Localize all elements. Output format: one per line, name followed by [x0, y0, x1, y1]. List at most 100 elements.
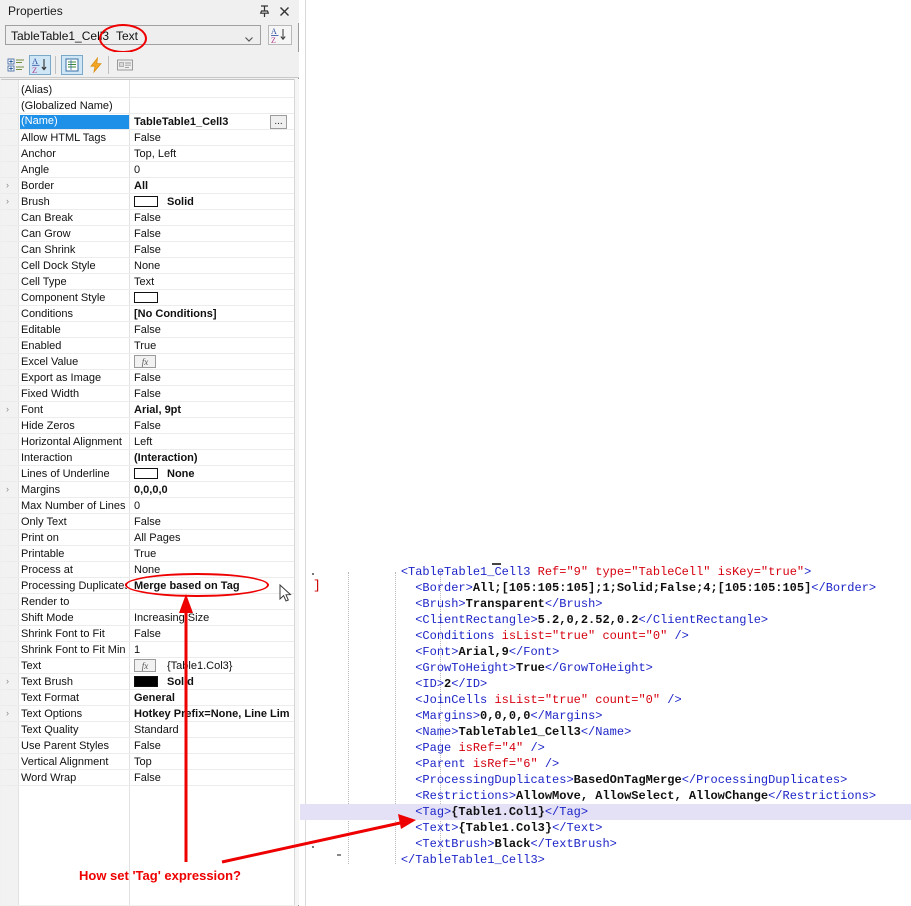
- chevron-right-icon[interactable]: ›: [6, 197, 15, 206]
- property-row[interactable]: Cell Type Text: [1, 274, 294, 290]
- color-swatch[interactable]: [134, 468, 158, 479]
- property-grid-scrollbar[interactable]: [294, 79, 299, 905]
- property-row[interactable]: Can Shrink False: [1, 242, 294, 258]
- property-row[interactable]: Fixed Width False: [1, 386, 294, 402]
- xml-code-line[interactable]: <JoinCells isList="true" count="0" />: [300, 692, 911, 708]
- property-value[interactable]: TableTable1_Cell3: [134, 116, 289, 128]
- property-value[interactable]: False: [134, 324, 289, 336]
- property-row[interactable]: Text fx {Table1.Col3}: [1, 658, 294, 674]
- property-value[interactable]: None: [134, 260, 289, 272]
- xml-code-line[interactable]: </TableTable1_Cell3>: [300, 852, 911, 868]
- property-row[interactable]: Only Text False: [1, 514, 294, 530]
- property-row[interactable]: › Text Brush Solid: [1, 674, 294, 690]
- alphabetical-sort-button[interactable]: A Z: [29, 55, 51, 75]
- property-value[interactable]: Merge based on Tag: [134, 580, 289, 592]
- chevron-right-icon[interactable]: ›: [6, 405, 15, 414]
- xml-code-line[interactable]: <ID>2</ID>: [300, 676, 911, 692]
- color-swatch[interactable]: [134, 676, 158, 687]
- xml-code-line[interactable]: <Conditions isList="true" count="0" />: [300, 628, 911, 644]
- property-value[interactable]: Hotkey Prefix=None, Line Limit: [134, 708, 289, 720]
- xml-code-line[interactable]: <Font>Arial,9</Font>: [300, 644, 911, 660]
- xml-code-line[interactable]: <Restrictions>AllowMove, AllowSelect, Al…: [300, 788, 911, 804]
- xml-code-line[interactable]: <Parent isRef="6" />: [300, 756, 911, 772]
- property-value[interactable]: (Interaction): [134, 452, 289, 464]
- property-value[interactable]: False: [134, 228, 289, 240]
- property-row[interactable]: › Margins 0,0,0,0: [1, 482, 294, 498]
- property-value[interactable]: False: [134, 628, 289, 640]
- property-row[interactable]: Shrink Font to Fit Min 1: [1, 642, 294, 658]
- property-value[interactable]: Increasing Size: [134, 612, 289, 624]
- property-row[interactable]: › Border All: [1, 178, 294, 194]
- property-value[interactable]: Left: [134, 436, 289, 448]
- property-row[interactable]: Max Number of Lines 0: [1, 498, 294, 514]
- property-value[interactable]: 1: [134, 644, 289, 656]
- property-value[interactable]: 0: [134, 500, 289, 512]
- property-value[interactable]: Arial, 9pt: [134, 404, 289, 416]
- property-row[interactable]: Text Format General: [1, 690, 294, 706]
- xml-code-panel[interactable]: ] <TableTable1_Cell3 Ref="9" type="Table…: [300, 0, 911, 906]
- xml-code-line[interactable]: <TableTable1_Cell3 Ref="9" type="TableCe…: [300, 564, 911, 580]
- property-row[interactable]: Text Quality Standard: [1, 722, 294, 738]
- property-grid[interactable]: (Alias) (Globalized Name) (Name) TableTable…: [1, 79, 294, 905]
- xml-code-line[interactable]: <Brush>Transparent</Brush>: [300, 596, 911, 612]
- property-value[interactable]: Top: [134, 756, 289, 768]
- expression-fx-icon[interactable]: fx: [134, 355, 156, 368]
- property-row[interactable]: Processing Duplicates Merge based on Tag: [1, 578, 294, 594]
- property-value[interactable]: [No Conditions]: [134, 308, 289, 320]
- xml-code-line[interactable]: <Page isRef="4" />: [300, 740, 911, 756]
- chevron-right-icon[interactable]: ›: [6, 709, 15, 718]
- xml-code-line[interactable]: <Text>{Table1.Col3}</Text>: [300, 820, 911, 836]
- xml-code-line[interactable]: <TextBrush>Black</TextBrush>: [300, 836, 911, 852]
- property-value[interactable]: False: [134, 244, 289, 256]
- property-pages-button[interactable]: [114, 55, 136, 75]
- property-value[interactable]: False: [134, 212, 289, 224]
- property-row[interactable]: Render to: [1, 594, 294, 610]
- chevron-down-icon[interactable]: [244, 31, 254, 42]
- property-value[interactable]: Text: [134, 276, 289, 288]
- property-row[interactable]: Enabled True: [1, 338, 294, 354]
- property-value[interactable]: All Pages: [134, 532, 289, 544]
- property-row[interactable]: Editable False: [1, 322, 294, 338]
- xml-code-line[interactable]: <Tag>{Table1.Col1}</Tag>: [300, 804, 911, 820]
- property-value[interactable]: True: [134, 340, 289, 352]
- xml-code-line[interactable]: <Border>All;[105:105:105];1;Solid;False;…: [300, 580, 911, 596]
- property-row[interactable]: Hide Zeros False: [1, 418, 294, 434]
- close-icon[interactable]: [276, 3, 293, 20]
- chevron-right-icon[interactable]: ›: [6, 677, 15, 686]
- property-value[interactable]: False: [134, 132, 289, 144]
- property-row[interactable]: Export as Image False: [1, 370, 294, 386]
- property-value[interactable]: Top, Left: [134, 148, 289, 160]
- property-row[interactable]: Can Grow False: [1, 226, 294, 242]
- property-row[interactable]: Lines of Underline None: [1, 466, 294, 482]
- property-row[interactable]: Conditions [No Conditions]: [1, 306, 294, 322]
- property-row[interactable]: › Brush Solid: [1, 194, 294, 210]
- pin-icon[interactable]: [256, 3, 273, 20]
- property-value[interactable]: General: [134, 692, 289, 704]
- property-row[interactable]: Use Parent Styles False: [1, 738, 294, 754]
- property-value[interactable]: False: [134, 372, 289, 384]
- property-value[interactable]: False: [134, 772, 289, 784]
- property-value[interactable]: False: [134, 388, 289, 400]
- xml-code-line[interactable]: <ProcessingDuplicates>BasedOnTagMerge</P…: [300, 772, 911, 788]
- events-view-button[interactable]: [85, 55, 107, 75]
- property-row[interactable]: (Alias): [1, 82, 294, 98]
- property-value[interactable]: True: [134, 548, 289, 560]
- property-row[interactable]: Horizontal Alignment Left: [1, 434, 294, 450]
- property-row[interactable]: Cell Dock Style None: [1, 258, 294, 274]
- property-row[interactable]: Interaction (Interaction): [1, 450, 294, 466]
- ellipsis-button[interactable]: ...: [270, 115, 287, 129]
- color-swatch[interactable]: [134, 292, 158, 303]
- object-combo[interactable]: TableTable1_Cell3 Text: [5, 25, 261, 45]
- alphabetical-sort-side-button[interactable]: A Z: [268, 25, 292, 45]
- chevron-right-icon[interactable]: ›: [6, 181, 15, 190]
- xml-code-line[interactable]: <GrowToHeight>True</GrowToHeight>: [300, 660, 911, 676]
- xml-code-line[interactable]: <Name>TableTable1_Cell3</Name>: [300, 724, 911, 740]
- categorized-view-button[interactable]: [5, 55, 27, 75]
- property-row[interactable]: Print on All Pages: [1, 530, 294, 546]
- property-row[interactable]: Anchor Top, Left: [1, 146, 294, 162]
- property-row[interactable]: (Name) TableTable1_Cell3...: [1, 114, 294, 130]
- property-row[interactable]: Component Style: [1, 290, 294, 306]
- property-row[interactable]: Angle 0: [1, 162, 294, 178]
- property-value[interactable]: False: [134, 740, 289, 752]
- chevron-right-icon[interactable]: ›: [6, 485, 15, 494]
